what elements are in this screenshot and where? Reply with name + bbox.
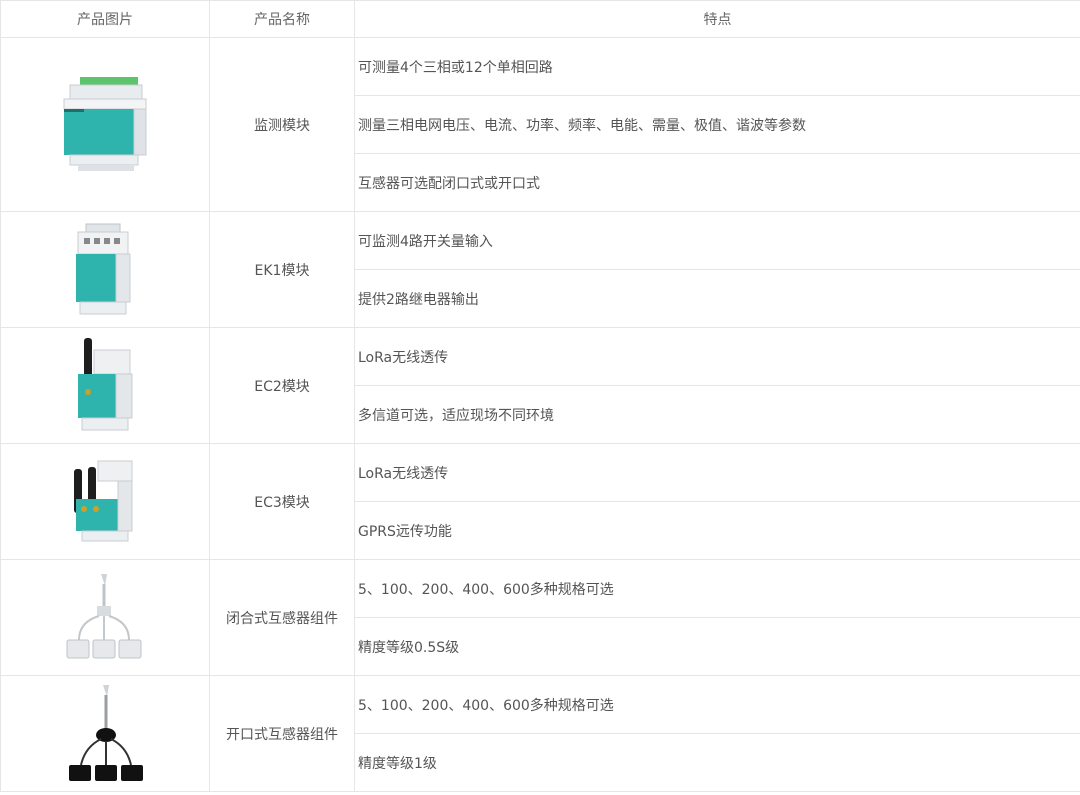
product-image-cell [0, 443, 210, 560]
feature-text: LoRa无线透传 [354, 327, 1080, 386]
product-name: EC3模块 [209, 443, 355, 560]
closed-transformer-icon [66, 573, 142, 658]
feature-text: 可监测4路开关量输入 [354, 211, 1080, 270]
product-row: EC2模块 LoRa无线透传 [0, 327, 1080, 444]
product-row: 开口式互感器组件 5、100、200、400、600多种规格可选 [0, 675, 1080, 792]
product-name: EK1模块 [209, 211, 355, 328]
product-image-cell [0, 37, 210, 212]
product-row: EC3模块 LoRa无线透传 [0, 443, 1080, 560]
product-image-cell [0, 675, 210, 792]
feature-text: 5、100、200、400、600多种规格可选 [354, 559, 1080, 618]
product-name: 开口式互感器组件 [209, 675, 355, 792]
ec3-module-icon [74, 460, 133, 541]
product-name: EC2模块 [209, 327, 355, 444]
header-features: 特点 [354, 0, 1080, 38]
feature-text: 精度等级1级 [354, 733, 1080, 792]
product-image-cell [0, 211, 210, 328]
split-core-transformer-icon [69, 684, 143, 781]
feature-text: 可测量4个三相或12个单相回路 [354, 37, 1080, 96]
header-name: 产品名称 [209, 0, 355, 38]
feature-text: 多信道可选，适应现场不同环境 [354, 385, 1080, 444]
feature-text: GPRS远传功能 [354, 501, 1080, 560]
product-name: 监测模块 [209, 37, 355, 212]
feature-text: LoRa无线透传 [354, 443, 1080, 502]
product-image-cell [0, 327, 210, 444]
header-row: 产品图片 产品名称 特点 [0, 0, 1080, 38]
product-table: 产品图片 产品名称 特点 监测模块 可测量4个三相或12个单相回路 测量三相电网… [0, 0, 1080, 792]
feature-text: 提供2路继电器输出 [354, 269, 1080, 328]
ec2-module-icon [78, 337, 133, 430]
product-row: EK1模块 可监测4路开关量输入 [0, 211, 1080, 328]
product-name: 闭合式互感器组件 [209, 559, 355, 676]
feature-text: 精度等级0.5S级 [354, 617, 1080, 676]
monitor-module-icon [63, 76, 147, 171]
feature-text: 测量三相电网电压、电流、功率、频率、电能、需量、极值、谐波等参数 [354, 95, 1080, 154]
product-row: 闭合式互感器组件 5、100、200、400、600多种规格可选 [0, 559, 1080, 676]
ek1-module-icon [76, 223, 131, 314]
product-image-cell [0, 559, 210, 676]
product-row: 监测模块 可测量4个三相或12个单相回路 [0, 37, 1080, 212]
feature-text: 互感器可选配闭口式或开口式 [354, 153, 1080, 212]
header-image: 产品图片 [0, 0, 210, 38]
feature-text: 5、100、200、400、600多种规格可选 [354, 675, 1080, 734]
